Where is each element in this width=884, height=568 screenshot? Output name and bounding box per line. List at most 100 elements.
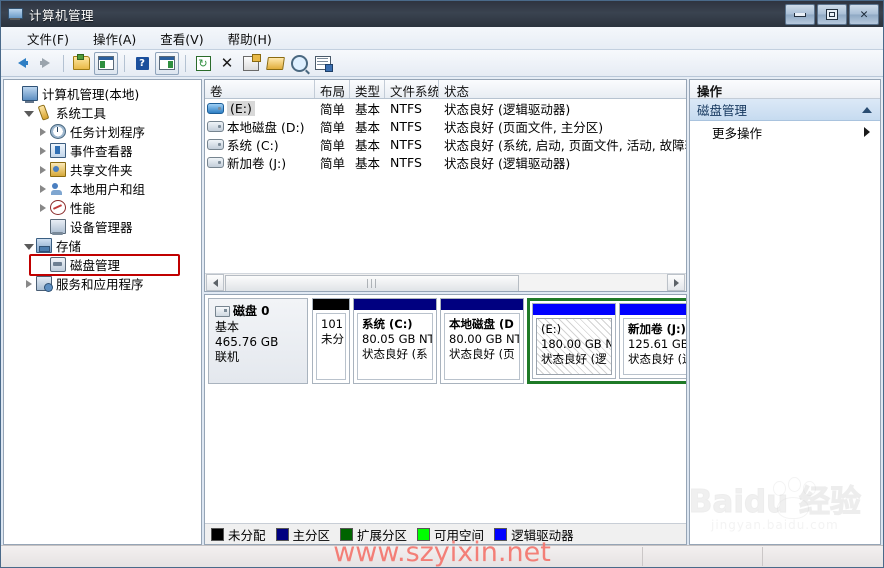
tree-expander-closed-icon[interactable] [36, 127, 49, 136]
tree-node-4[interactable]: 共享文件夹 [8, 160, 201, 179]
toolbar-separator-3 [185, 54, 186, 72]
properties-icon[interactable] [240, 53, 262, 74]
column-header-volume[interactable]: 卷 [205, 80, 315, 98]
table-row[interactable]: 新加卷 (J:) 简单 基本 NTFS 状态良好 (逻辑驱动器) [205, 153, 686, 171]
actions-group-disk-management[interactable]: 磁盘管理 [690, 99, 880, 121]
volume-name-label: 新加卷 (J:) [227, 155, 287, 171]
tree-node-8[interactable]: 存储 [8, 236, 201, 255]
action-more-actions[interactable]: 更多操作 [690, 121, 880, 143]
menu-help[interactable]: 帮助(H) [216, 27, 284, 50]
volume-name-label: (E:) [227, 100, 255, 116]
column-header-type[interactable]: 类型 [350, 80, 385, 98]
tree-node-7[interactable]: 设备管理器 [8, 217, 201, 236]
volume-cell-type: 基本 [355, 137, 381, 153]
tree-expander-closed-icon[interactable] [36, 165, 49, 174]
partition-block-3[interactable]: (E:)180.00 GB NT状态良好 (逻 [532, 303, 616, 379]
export-list-icon[interactable] [312, 53, 334, 74]
show-hide-action-pane-icon[interactable] [155, 51, 179, 75]
disk-name: 磁盘 0 [233, 304, 270, 318]
window-title: 计算机管理 [29, 7, 95, 23]
menu-action[interactable]: 操作(A) [81, 27, 148, 50]
volume-cell-status: 状态良好 (系统, 启动, 页面文件, 活动, 故障转储, [444, 137, 686, 153]
disk-info-block[interactable]: 磁盘 0 基本 465.76 GB 联机 [208, 298, 308, 384]
tree-expander-open-icon[interactable] [22, 109, 35, 117]
open-folder-icon[interactable] [264, 53, 286, 74]
console-tree-pane: 计算机管理(本地) 系统工具任务计划程序 事件查看器 共享文件夹本地用户和组 性能 设备管… [3, 79, 202, 545]
volume-list-hscrollbar[interactable]: ||| [205, 273, 686, 291]
refresh-icon[interactable]: ↻ [192, 53, 214, 74]
extended-partition-container[interactable]: (E:)180.00 GB NT状态良好 (逻新加卷 (J:)125.61 GB… [527, 298, 686, 384]
partition-label: (E:) [541, 322, 562, 336]
partition-block-2[interactable]: 本地磁盘 (D80.00 GB NTF状态良好 (页 [440, 298, 524, 384]
table-row[interactable]: 系统 (C:) 简单 基本 NTFS 状态良好 (系统, 启动, 页面文件, 活动, 故… [205, 135, 686, 153]
tree-node-label: 计算机管理(本地) [42, 87, 140, 102]
disk-state: 联机 [215, 350, 240, 364]
column-header-layout[interactable]: 布局 [315, 80, 350, 98]
volume-cell-filesystem: NTFS [390, 154, 422, 170]
tree-expander-closed-icon[interactable] [36, 203, 49, 212]
tree-node-label: 本地用户和组 [70, 182, 146, 197]
tree-node-label: 任务计划程序 [70, 125, 146, 140]
tree-node-label: 性能 [70, 201, 96, 216]
volume-cell-status: 状态良好 (页面文件, 主分区) [444, 119, 604, 135]
tree-expander-open-icon[interactable] [22, 242, 35, 250]
search-icon[interactable] [288, 53, 310, 74]
column-header-status[interactable]: 状态 [439, 80, 686, 98]
volume-cell-filesystem: NTFS [390, 118, 422, 134]
forward-arrow-icon[interactable] [35, 53, 57, 74]
close-button[interactable]: ✕ [849, 4, 879, 25]
help-icon[interactable]: ? [131, 53, 153, 74]
legend-label: 可用空间 [434, 527, 485, 543]
volume-cell-name: 系统 (C:) [205, 135, 315, 154]
toolbar-separator-1 [63, 54, 64, 72]
shared-folder-icon [49, 162, 66, 177]
partition-block-0[interactable]: 101 未分 [312, 298, 350, 384]
disk-management-icon [49, 257, 66, 272]
tree-node-6[interactable]: 性能 [8, 198, 201, 217]
minimize-button[interactable] [785, 4, 815, 25]
status-cell-main [1, 547, 643, 566]
partition-block-1[interactable]: 系统 (C:)80.05 GB NTF状态良好 (系 [353, 298, 437, 384]
partition-color-bar [441, 299, 523, 310]
delete-icon[interactable]: ✕ [216, 53, 238, 74]
hscroll-thumb[interactable]: ||| [225, 275, 519, 291]
hscroll-track[interactable]: ||| [225, 275, 666, 291]
tree-node-1[interactable]: 系统工具 [8, 103, 201, 122]
volume-name-label: 本地磁盘 (D:) [227, 119, 305, 135]
volume-icon-selected [207, 102, 224, 114]
partition-details: 本地磁盘 (D80.00 GB NTF状态良好 (页 [444, 313, 520, 380]
tree-expander-closed-icon[interactable] [36, 184, 49, 193]
tree-node-label: 磁盘管理 [70, 258, 121, 273]
collapse-caret-icon[interactable] [862, 106, 872, 113]
scroll-left-arrow[interactable] [206, 274, 224, 291]
table-row[interactable]: (E:) 简单 基本 NTFS 状态良好 (逻辑驱动器) [205, 99, 686, 117]
legend-swatch [417, 527, 431, 541]
menu-view[interactable]: 查看(V) [148, 27, 215, 50]
partition-block-4[interactable]: 新加卷 (J:)125.61 GB NT状态良好 (逻 [619, 303, 686, 379]
tree-node-2[interactable]: 任务计划程序 [8, 122, 201, 141]
tree-node-5[interactable]: 本地用户和组 [8, 179, 201, 198]
back-arrow-icon[interactable] [11, 53, 33, 74]
up-folder-icon[interactable] [70, 53, 92, 74]
partition-status: 状态良好 (逻 [628, 352, 686, 366]
tree-node-0[interactable]: 计算机管理(本地) [8, 84, 201, 103]
column-header-filesystem[interactable]: 文件系统 [385, 80, 439, 98]
volume-cell-status: 状态良好 (逻辑驱动器) [444, 101, 571, 117]
volume-cell-status: 状态良好 (逻辑驱动器) [444, 155, 571, 171]
menu-file[interactable]: 文件(F) [15, 27, 81, 50]
tree-expander-closed-icon[interactable] [36, 146, 49, 155]
table-row[interactable]: 本地磁盘 (D:) 简单 基本 NTFS 状态良好 (页面文件, 主分区) [205, 117, 686, 135]
scroll-right-arrow[interactable] [667, 274, 685, 291]
title-bar: 计算机管理 ✕ [1, 1, 883, 27]
storage-icon [35, 238, 52, 253]
tree-node-3[interactable]: 事件查看器 [8, 141, 201, 160]
tree-node-10[interactable]: 服务和应用程序 [8, 274, 201, 293]
tree-node-9[interactable]: 磁盘管理 [8, 255, 201, 274]
disk-row[interactable]: 磁盘 0 基本 465.76 GB 联机 101 未分 系统 (C:) 80.05 G… [208, 298, 686, 384]
partition-color-bar [313, 299, 349, 310]
volume-cell-layout: 简单 [320, 155, 346, 171]
volume-icon [207, 156, 224, 168]
tree-expander-closed-icon[interactable] [22, 279, 35, 288]
maximize-button[interactable] [817, 4, 847, 25]
show-hide-tree-icon[interactable] [94, 51, 118, 75]
